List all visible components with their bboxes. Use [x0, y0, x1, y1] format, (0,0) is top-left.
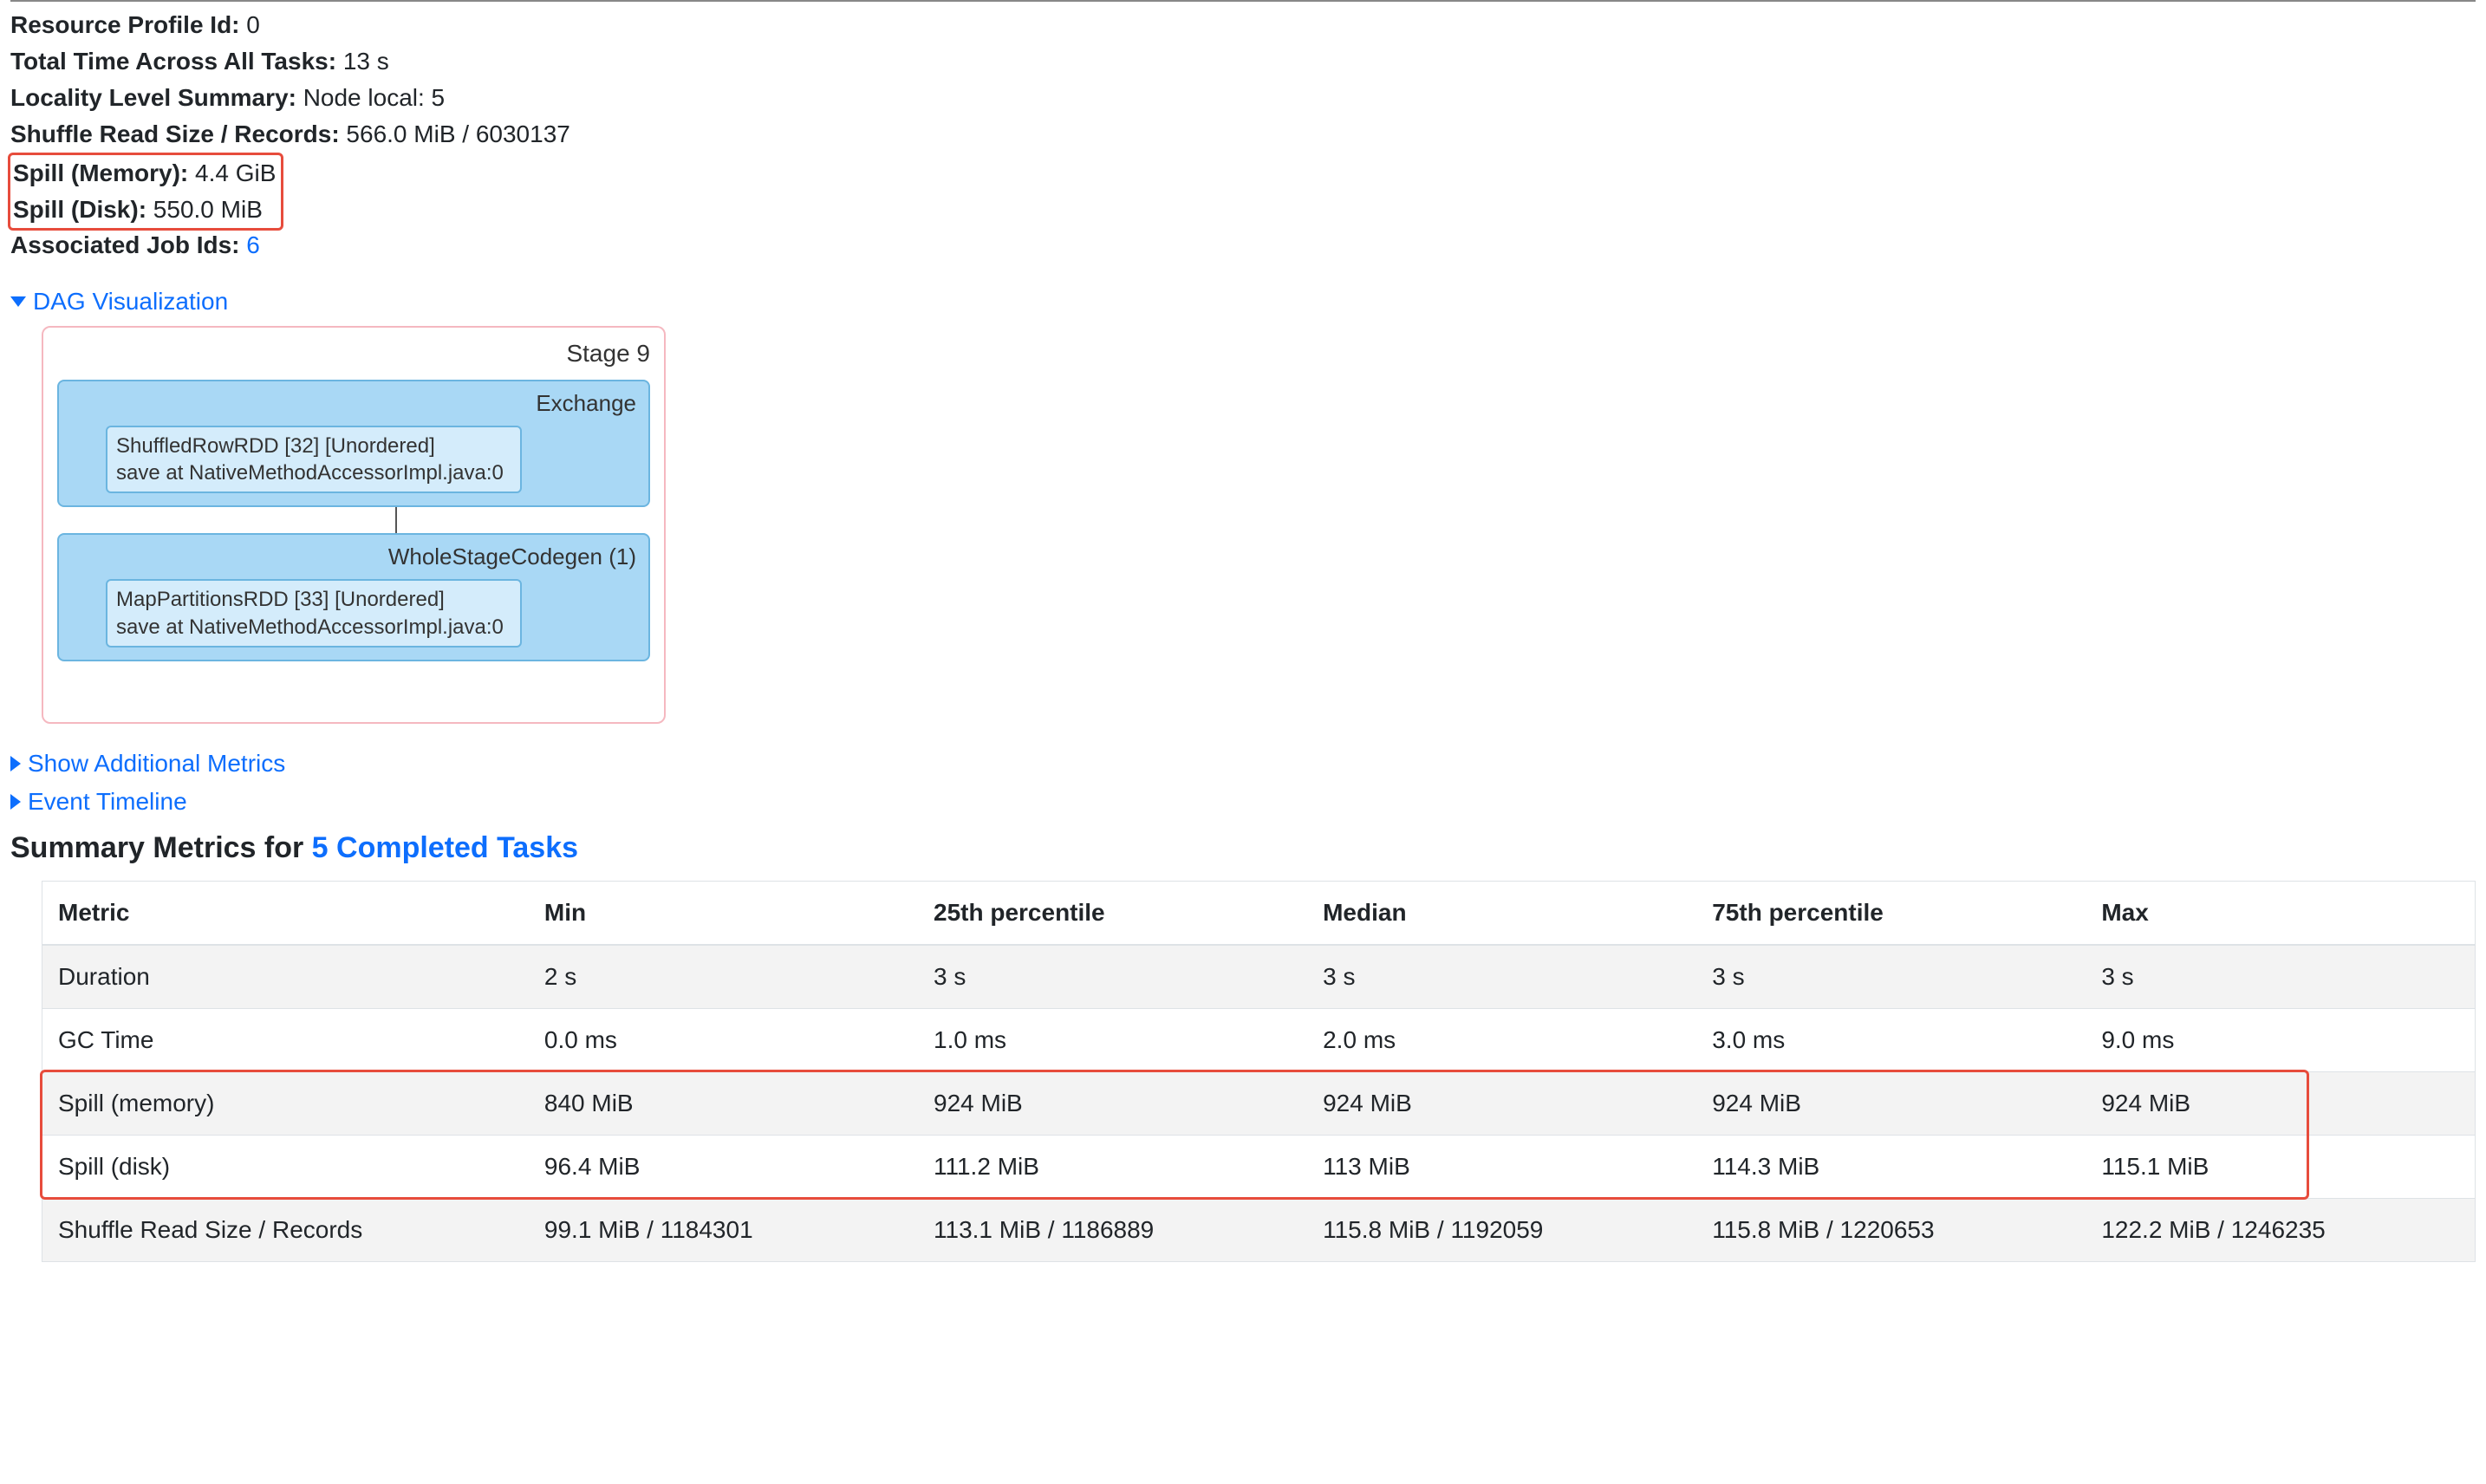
th-min[interactable]: Min: [529, 881, 918, 945]
resource-profile-label: Resource Profile Id:: [10, 11, 240, 38]
th-median[interactable]: Median: [1307, 881, 1696, 945]
spill-memory-label: Spill (Memory):: [13, 159, 188, 186]
table-cell: 96.4 MiB: [529, 1135, 918, 1198]
stage-summary: Resource Profile Id: 0 Total Time Across…: [10, 7, 2476, 264]
caret-down-icon: [10, 296, 26, 307]
table-cell: Spill (disk): [42, 1135, 529, 1198]
total-time-row: Total Time Across All Tasks: 13 s: [10, 43, 2476, 80]
table-cell: 3 s: [1307, 945, 1696, 1009]
table-cell: Spill (memory): [42, 1071, 529, 1135]
resource-profile-value: 0: [246, 11, 260, 38]
th-metric[interactable]: Metric: [42, 881, 529, 945]
dag-rdd-line1: ShuffledRowRDD [32] [Unordered]: [116, 433, 511, 459]
locality-row: Locality Level Summary: Node local: 5: [10, 80, 2476, 116]
spill-memory-row: Spill (Memory): 4.4 GiB: [13, 155, 276, 192]
dag-rdd2-line2: save at NativeMethodAccessorImpl.java:0: [116, 614, 511, 641]
shuffle-read-row: Shuffle Read Size / Records: 566.0 MiB /…: [10, 116, 2476, 153]
table-cell: 924 MiB: [918, 1071, 1307, 1135]
table-cell: 840 MiB: [529, 1071, 918, 1135]
table-cell: 1.0 ms: [918, 1008, 1307, 1071]
resource-profile-row: Resource Profile Id: 0: [10, 7, 2476, 43]
show-additional-metrics-toggle[interactable]: Show Additional Metrics: [10, 750, 2476, 778]
dag-stage-title: Stage 9: [57, 340, 650, 368]
table-cell: 122.2 MiB / 1246235: [2086, 1198, 2475, 1261]
table-header-row: Metric Min 25th percentile Median 75th p…: [42, 881, 2476, 945]
table-cell: Shuffle Read Size / Records: [42, 1198, 529, 1261]
dag-rdd-line2: save at NativeMethodAccessorImpl.java:0: [116, 459, 511, 486]
dag-rdd2-line1: MapPartitionsRDD [33] [Unordered]: [116, 586, 511, 613]
table-cell: 113.1 MiB / 1186889: [918, 1198, 1307, 1261]
table-row: Duration2 s3 s3 s3 s3 s: [42, 945, 2476, 1009]
summary-metrics-heading: Summary Metrics for 5 Completed Tasks: [10, 831, 2476, 865]
table-cell: 924 MiB: [1696, 1071, 2086, 1135]
spill-disk-label: Spill (Disk):: [13, 196, 146, 223]
table-cell: 3 s: [918, 945, 1307, 1009]
dag-exchange-block: Exchange ShuffledRowRDD [32] [Unordered]…: [57, 380, 650, 507]
table-cell: 115.1 MiB: [2086, 1135, 2475, 1198]
event-timeline-toggle[interactable]: Event Timeline: [10, 788, 2476, 816]
table-cell: 114.3 MiB: [1696, 1135, 2086, 1198]
dag-rdd-node-mappartitions[interactable]: MapPartitionsRDD [33] [Unordered] save a…: [106, 579, 522, 647]
dag-visualization-label: DAG Visualization: [33, 288, 228, 316]
summary-metrics-table: Metric Min 25th percentile Median 75th p…: [42, 881, 2476, 1262]
event-timeline-label: Event Timeline: [28, 788, 187, 816]
dag-exchange-title: Exchange: [71, 390, 636, 417]
table-row: Spill (disk)96.4 MiB111.2 MiB113 MiB114.…: [42, 1135, 2476, 1198]
table-cell: 113 MiB: [1307, 1135, 1696, 1198]
summary-metrics-table-wrap: Metric Min 25th percentile Median 75th p…: [10, 881, 2476, 1262]
table-cell: 0.0 ms: [529, 1008, 918, 1071]
th-25th[interactable]: 25th percentile: [918, 881, 1307, 945]
associated-job-link[interactable]: 6: [246, 231, 260, 258]
shuffle-read-value: 566.0 MiB / 6030137: [346, 120, 569, 147]
table-row: Shuffle Read Size / Records99.1 MiB / 11…: [42, 1198, 2476, 1261]
dag-wholestage-block: WholeStageCodegen (1) MapPartitionsRDD […: [57, 533, 650, 661]
table-cell: 3 s: [2086, 945, 2475, 1009]
dag-rdd-node-shuffled[interactable]: ShuffledRowRDD [32] [Unordered] save at …: [106, 426, 522, 493]
show-additional-metrics-label: Show Additional Metrics: [28, 750, 285, 778]
table-row: GC Time0.0 ms1.0 ms2.0 ms3.0 ms9.0 ms: [42, 1008, 2476, 1071]
shuffle-read-label: Shuffle Read Size / Records:: [10, 120, 340, 147]
table-cell: 115.8 MiB / 1192059: [1307, 1198, 1696, 1261]
associated-job-label: Associated Job Ids:: [10, 231, 240, 258]
dag-visualization-toggle[interactable]: DAG Visualization: [10, 288, 2476, 316]
caret-right-icon: [10, 794, 21, 810]
total-time-label: Total Time Across All Tasks:: [10, 48, 336, 75]
table-row: Spill (memory)840 MiB924 MiB924 MiB924 M…: [42, 1071, 2476, 1135]
table-cell: 2.0 ms: [1307, 1008, 1696, 1071]
th-75th[interactable]: 75th percentile: [1696, 881, 2086, 945]
table-cell: 3.0 ms: [1696, 1008, 2086, 1071]
table-cell: Duration: [42, 945, 529, 1009]
locality-label: Locality Level Summary:: [10, 84, 296, 111]
spill-disk-value: 550.0 MiB: [153, 196, 263, 223]
th-max[interactable]: Max: [2086, 881, 2475, 945]
table-cell: 3 s: [1696, 945, 2086, 1009]
table-cell: 9.0 ms: [2086, 1008, 2475, 1071]
table-cell: GC Time: [42, 1008, 529, 1071]
spill-disk-row: Spill (Disk): 550.0 MiB: [13, 192, 276, 228]
table-cell: 924 MiB: [1307, 1071, 1696, 1135]
dag-wholestage-title: WholeStageCodegen (1): [71, 543, 636, 570]
summary-metrics-prefix: Summary Metrics for: [10, 831, 312, 864]
spill-highlight-box: Spill (Memory): 4.4 GiB Spill (Disk): 55…: [8, 153, 283, 231]
table-cell: 2 s: [529, 945, 918, 1009]
dag-edge: [395, 507, 397, 533]
dag-stage-box: Stage 9 Exchange ShuffledRowRDD [32] [Un…: [42, 326, 666, 724]
locality-value: Node local: 5: [303, 84, 445, 111]
spill-memory-value: 4.4 GiB: [195, 159, 276, 186]
total-time-value: 13 s: [343, 48, 389, 75]
table-cell: 115.8 MiB / 1220653: [1696, 1198, 2086, 1261]
completed-tasks-link[interactable]: 5 Completed Tasks: [312, 831, 578, 864]
associated-job-row: Associated Job Ids: 6: [10, 227, 2476, 264]
caret-right-icon: [10, 756, 21, 771]
table-cell: 924 MiB: [2086, 1071, 2475, 1135]
table-cell: 111.2 MiB: [918, 1135, 1307, 1198]
table-cell: 99.1 MiB / 1184301: [529, 1198, 918, 1261]
